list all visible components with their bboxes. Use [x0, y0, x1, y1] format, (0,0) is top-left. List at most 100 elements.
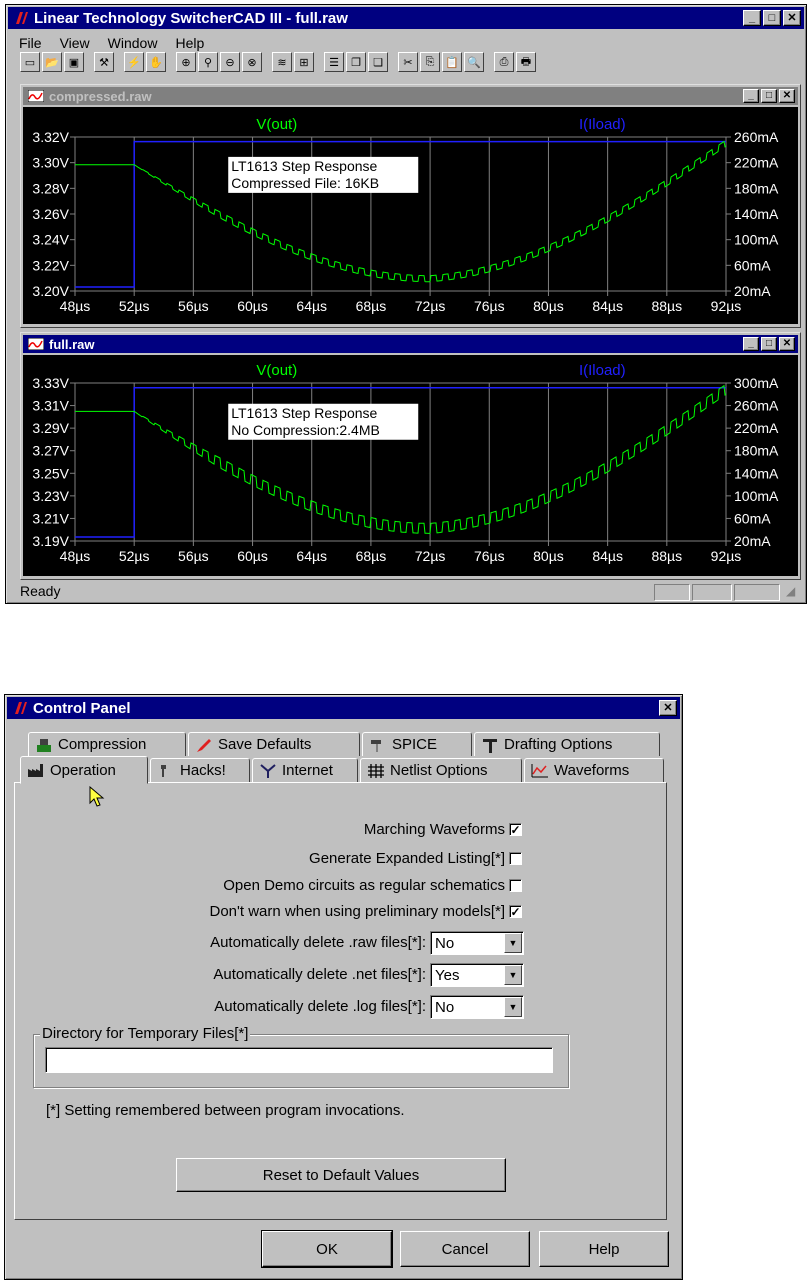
tile-horizontal-icon[interactable]: ☰ — [324, 52, 344, 72]
compression-icon — [35, 737, 53, 753]
checkbox-open-demo[interactable] — [509, 879, 522, 892]
minimize-button[interactable]: _ — [743, 89, 759, 103]
y-left-tick-label: 3.22V — [32, 257, 69, 273]
tab-operation[interactable]: Operation — [20, 756, 148, 784]
close-button[interactable]: ✕ — [779, 337, 795, 351]
y-left-tick-label: 3.26V — [32, 206, 69, 222]
factory-icon — [27, 762, 45, 778]
status-cell — [692, 584, 732, 601]
print-setup-icon[interactable]: ⎙ — [494, 52, 514, 72]
x-tick-label: 76µs — [474, 548, 505, 564]
hammer-icon — [369, 737, 387, 753]
minimize-button[interactable]: _ — [743, 10, 761, 26]
y-left-tick-label: 3.28V — [32, 180, 69, 196]
chevron-down-icon[interactable]: ▼ — [504, 933, 522, 953]
tab-spice[interactable]: SPICE — [362, 732, 472, 756]
plot-window-full: full.raw _ □ ✕ 3.33V 300mA 3.31V 260mA 3.29V… — [20, 332, 801, 580]
x-tick-label: 52µs — [119, 298, 150, 314]
control-panel-icon[interactable]: ⚒ — [94, 52, 114, 72]
minimize-button[interactable]: _ — [743, 337, 759, 351]
y-left-tick-label: 3.32V — [32, 129, 69, 145]
y-right-tick-label: 220mA — [734, 155, 779, 171]
dialog-titlebar[interactable]: Control Panel ✕ — [7, 697, 680, 719]
close-button[interactable]: ✕ — [783, 10, 801, 26]
maximize-button[interactable]: □ — [761, 337, 777, 351]
main-titlebar[interactable]: Linear Technology SwitcherCAD III - full… — [8, 7, 804, 29]
help-button[interactable]: Help — [539, 1231, 669, 1267]
plot-title-compressed: compressed.raw — [49, 88, 152, 104]
print-icon[interactable]: 🖶 — [516, 52, 536, 72]
close-all-icon[interactable]: ❏ — [368, 52, 388, 72]
waveform-icon — [27, 88, 45, 104]
menubar: File View Window Help — [10, 33, 213, 53]
y-left-tick-label: 3.19V — [32, 533, 69, 549]
cascade-icon[interactable]: ❐ — [346, 52, 366, 72]
main-title: Linear Technology SwitcherCAD III - full… — [34, 9, 348, 27]
halt-icon[interactable]: ✋ — [146, 52, 166, 72]
zoom-out-icon[interactable]: ⊖ — [220, 52, 240, 72]
temp-dir-input[interactable] — [45, 1047, 553, 1073]
autorange-icon[interactable]: ≋ — [272, 52, 292, 72]
x-tick-label: 80µs — [533, 548, 564, 564]
tab-save-defaults[interactable]: Save Defaults — [188, 732, 360, 756]
menu-view[interactable]: View — [51, 33, 99, 53]
maximize-button[interactable]: □ — [761, 89, 777, 103]
reset-defaults-button[interactable]: Reset to Default Values — [176, 1158, 506, 1192]
annotation-line-1: LT1613 Step Response — [231, 158, 377, 174]
select-delete-raw[interactable]: No ▼ — [430, 931, 524, 955]
chevron-down-icon[interactable]: ▼ — [504, 965, 522, 985]
save-icon[interactable]: ▣ — [64, 52, 84, 72]
plot-titlebar-compressed[interactable]: compressed.raw _ □ ✕ — [23, 87, 798, 105]
cancel-button[interactable]: Cancel — [400, 1231, 530, 1267]
find-icon[interactable]: 🔍 — [464, 52, 484, 72]
x-tick-label: 92µs — [711, 298, 742, 314]
waveform-plot-compressed[interactable]: 3.32V 260mA 3.30V 220mA 3.28V 180mA 3.26V 140mA… — [23, 107, 798, 324]
ok-button[interactable]: OK — [261, 1230, 393, 1268]
tab-drafting-options[interactable]: Drafting Options — [474, 732, 660, 756]
x-tick-label: 60µs — [237, 298, 268, 314]
x-tick-label: 72µs — [415, 298, 446, 314]
tab-compression[interactable]: Compression — [28, 732, 186, 756]
cut-icon[interactable]: ✂ — [398, 52, 418, 72]
y-left-tick-label: 3.31V — [32, 398, 69, 414]
y-left-tick-label: 3.25V — [32, 465, 69, 481]
x-tick-label: 56µs — [178, 548, 209, 564]
mouse-cursor-icon — [89, 786, 105, 807]
checkbox-preliminary-models[interactable]: ✓ — [509, 905, 522, 918]
maximize-button[interactable]: □ — [763, 10, 781, 26]
checkbox-marching-waveforms[interactable]: ✓ — [509, 823, 522, 836]
tab-waveforms[interactable]: Waveforms — [524, 758, 664, 782]
plot-titlebar-full[interactable]: full.raw _ □ ✕ — [23, 335, 798, 353]
tab-hacks[interactable]: Hacks! — [150, 758, 250, 782]
open-icon[interactable]: 📂 — [42, 52, 62, 72]
menu-window[interactable]: Window — [99, 33, 167, 53]
x-tick-label: 92µs — [711, 548, 742, 564]
menu-file[interactable]: File — [10, 33, 51, 53]
x-tick-label: 48µs — [60, 298, 91, 314]
select-delete-net[interactable]: Yes ▼ — [430, 963, 524, 987]
close-button[interactable]: ✕ — [779, 89, 795, 103]
y-right-tick-label: 100mA — [734, 488, 779, 504]
y-left-tick-label: 3.33V — [32, 375, 69, 391]
select-label-net: Automatically delete .net files[*]: — [213, 966, 426, 983]
waveform-plot-full[interactable]: 3.33V 300mA 3.31V 260mA 3.29V 220mA 3.27V 180mA… — [23, 355, 798, 576]
zoom-in-icon[interactable]: ⊕ — [176, 52, 196, 72]
tab-netlist-options[interactable]: Netlist Options — [360, 758, 522, 782]
tab-internet[interactable]: Internet — [252, 758, 358, 782]
x-tick-label: 72µs — [415, 548, 446, 564]
close-button[interactable]: ✕ — [659, 700, 677, 716]
trace-label-vout: V(out) — [256, 116, 297, 133]
chevron-down-icon[interactable]: ▼ — [504, 997, 522, 1017]
y-right-tick-label: 100mA — [734, 232, 779, 248]
run-icon[interactable]: ⚡ — [124, 52, 144, 72]
paste-icon[interactable]: 📋 — [442, 52, 462, 72]
new-schematic-icon[interactable]: ▭ — [20, 52, 40, 72]
menu-help[interactable]: Help — [166, 33, 213, 53]
zoom-fit-icon[interactable]: ⊗ — [242, 52, 262, 72]
resize-grip-icon[interactable]: ◢ — [786, 584, 795, 598]
checkbox-expanded-listing[interactable] — [509, 852, 522, 865]
select-delete-log[interactable]: No ▼ — [430, 995, 524, 1019]
copy-icon[interactable]: ⎘ — [420, 52, 440, 72]
zoom-pan-icon[interactable]: ⚲ — [198, 52, 218, 72]
grid-icon[interactable]: ⊞ — [294, 52, 314, 72]
